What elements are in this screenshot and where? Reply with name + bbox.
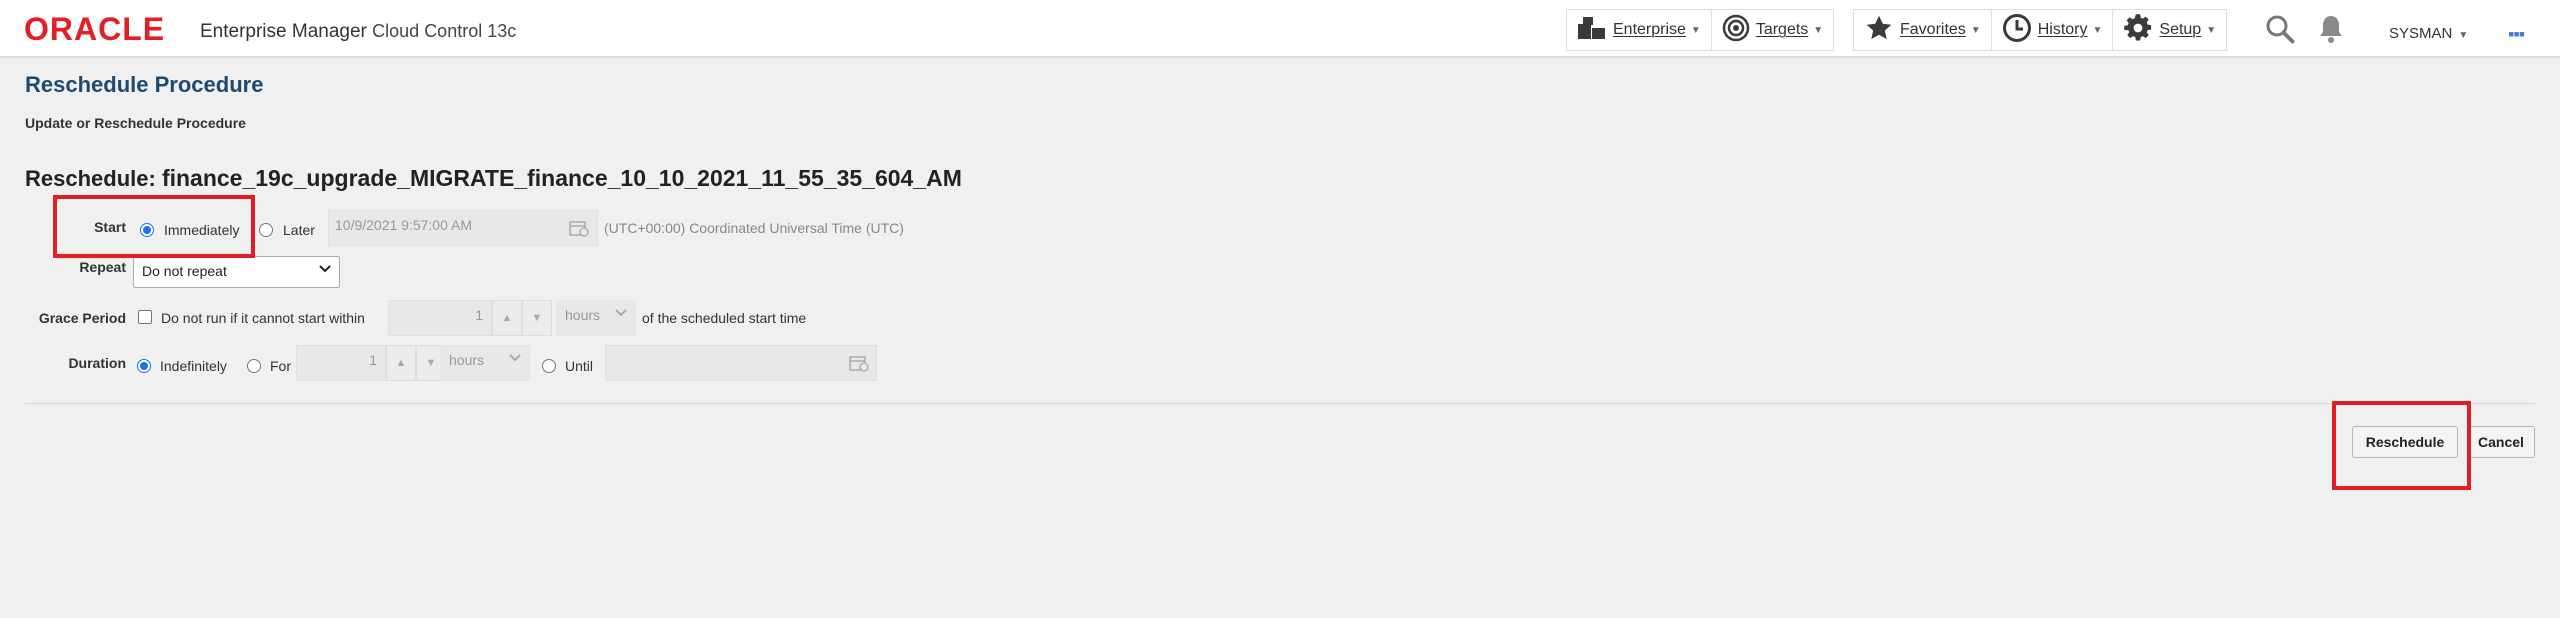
chevron-down-icon: ▼: [1813, 24, 1824, 36]
duration-until-input[interactable]: [605, 345, 877, 381]
targets-label: Targets: [1755, 21, 1809, 38]
chevron-down-icon: ▼: [2092, 24, 2103, 36]
search-icon[interactable]: [2265, 14, 2295, 49]
duration-until-label: Until: [565, 358, 594, 374]
history-label: History: [2037, 21, 2088, 38]
favorites-label: Favorites: [1900, 21, 1966, 38]
grace-period-checkbox[interactable]: [138, 310, 152, 324]
setup-label: Setup: [2159, 21, 2202, 38]
product-title[interactable]: Enterprise Manager Cloud Control 13c: [200, 21, 516, 43]
grace-unit-select[interactable]: hours: [556, 300, 636, 336]
chevron-down-icon: ▼: [2458, 30, 2469, 41]
enterprise-label: Enterprise: [1613, 21, 1686, 38]
product-edition: Cloud Control 13c: [372, 21, 517, 41]
grace-period-text: Do not run if it cannot start within: [161, 310, 365, 326]
grace-suffix-text: of the scheduled start time: [642, 310, 807, 326]
grace-decrement-button[interactable]: ▼: [522, 300, 552, 336]
targets-icon: [1722, 14, 1750, 47]
chevron-down-icon: [509, 353, 521, 366]
duration-for-value-input[interactable]: 1: [296, 345, 386, 381]
clock-icon: [2002, 13, 2032, 48]
chevron-down-icon: ▼: [1690, 24, 1701, 36]
cancel-button[interactable]: Cancel: [2467, 426, 2535, 458]
timezone-text: (UTC+00:00) Coordinated Universal Time (…: [604, 220, 904, 236]
gear-icon: [2123, 13, 2153, 48]
oracle-logo[interactable]: ORACLE: [24, 13, 165, 45]
enterprise-menu[interactable]: Enterprise ▼: [1567, 10, 1712, 50]
highlight-start-option: [53, 195, 255, 258]
top-bar: ORACLE Enterprise Manager Cloud Control …: [0, 0, 2560, 57]
star-icon: [1864, 14, 1894, 47]
grace-increment-button[interactable]: ▲: [492, 300, 522, 336]
duration-for-label: For: [270, 358, 291, 374]
procedure-name: finance_19c_upgrade_MIGRATE_finance_10_1…: [161, 165, 962, 191]
start-date-input[interactable]: 10/9/2021 9:57:00 AM: [328, 210, 598, 246]
duration-for-value: 1: [369, 352, 377, 368]
targets-menu[interactable]: Targets ▼: [1712, 10, 1833, 50]
product-name: Enterprise Manager: [200, 21, 367, 42]
duration-unit-value: hours: [449, 352, 485, 368]
calendar-icon[interactable]: [569, 219, 589, 237]
duration-for-radio[interactable]: [247, 359, 261, 373]
start-later-radio[interactable]: [259, 223, 273, 237]
start-later-label: Later: [283, 222, 315, 238]
repeat-value: Do not repeat: [142, 263, 227, 279]
nav-group-secondary: Favorites ▼ History ▼ Setup ▼: [1853, 9, 2228, 51]
reschedule-heading: Reschedule: finance_19c_upgrade_MIGRATE_…: [25, 165, 962, 192]
duration-indefinitely-label: Indefinitely: [160, 358, 227, 374]
chevron-down-icon: [615, 308, 627, 321]
grace-unit-value: hours: [565, 307, 601, 323]
page-subtitle: Update or Reschedule Procedure: [25, 115, 246, 131]
favorites-menu[interactable]: Favorites ▼: [1854, 10, 1992, 50]
repeat-label: Repeat: [79, 259, 126, 275]
duration-unit-select[interactable]: hours: [440, 345, 530, 381]
duration-increment-button[interactable]: ▲: [386, 345, 416, 381]
section-divider: [25, 403, 2535, 404]
duration-label: Duration: [68, 355, 126, 371]
reschedule-label: Reschedule:: [25, 166, 156, 191]
history-menu[interactable]: History ▼: [1992, 10, 2114, 50]
enterprise-icon: [1577, 15, 1607, 46]
page-title: Reschedule Procedure: [25, 72, 264, 97]
bell-icon[interactable]: [2318, 14, 2344, 49]
highlight-reschedule-button: [2332, 401, 2471, 490]
repeat-select[interactable]: Do not repeat: [133, 256, 340, 288]
grace-period-value: 1: [475, 307, 483, 323]
duration-until-radio[interactable]: [542, 359, 556, 373]
user-menu[interactable]: SYSMAN ▼: [2389, 25, 2468, 42]
grace-period-label: Grace Period: [38, 310, 126, 326]
user-name: SYSMAN: [2389, 25, 2453, 42]
setup-menu[interactable]: Setup ▼: [2113, 10, 2226, 50]
chevron-down-icon: ▼: [2206, 24, 2217, 36]
duration-indefinitely-radio[interactable]: [137, 359, 151, 373]
start-date-value: 10/9/2021 9:57:00 AM: [335, 217, 472, 233]
grace-period-value-input[interactable]: 1: [388, 300, 492, 336]
chevron-down-icon: ▼: [1970, 24, 1981, 36]
nav-group-primary: Enterprise ▼ Targets ▼: [1566, 9, 1835, 51]
more-icon[interactable]: ▪▪▪: [2508, 24, 2525, 45]
calendar-icon[interactable]: [849, 354, 869, 372]
chevron-down-icon: [319, 263, 331, 277]
